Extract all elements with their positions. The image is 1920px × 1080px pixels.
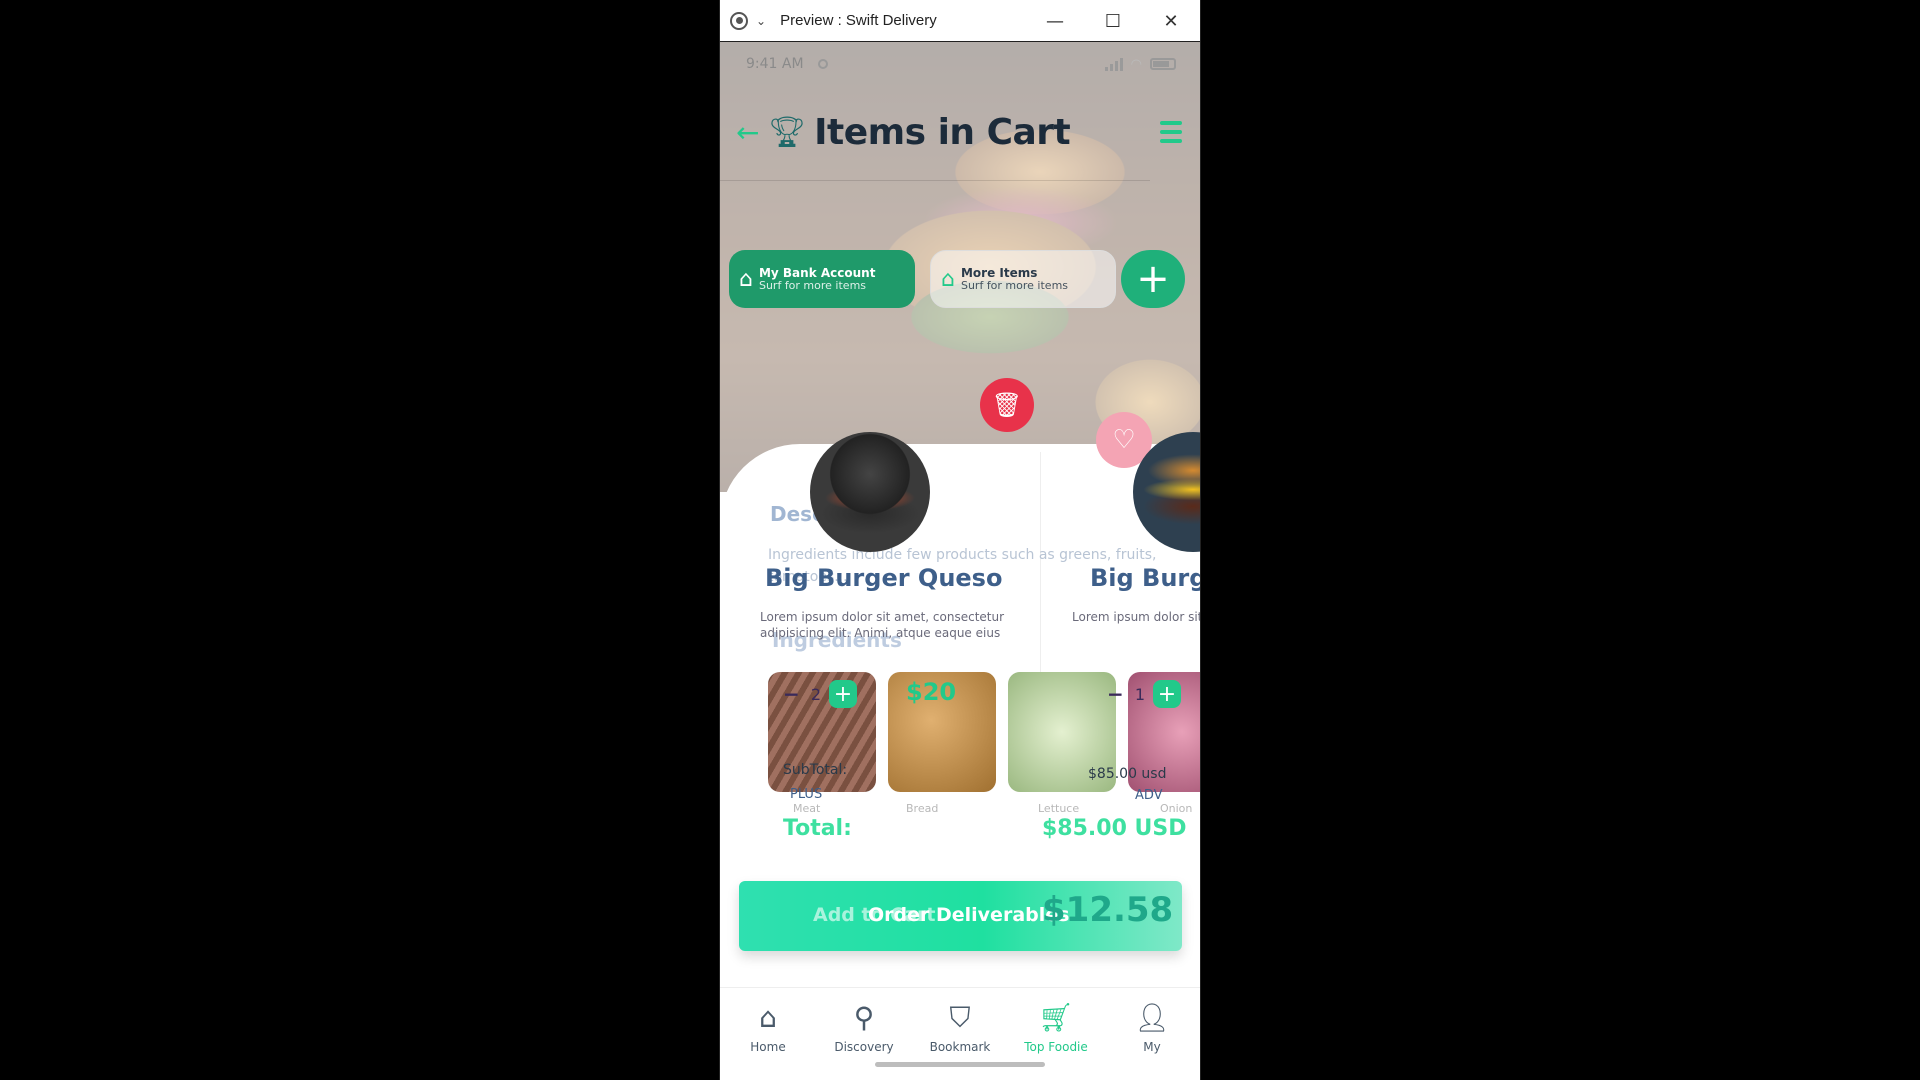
nav-label: Home xyxy=(750,1040,786,1054)
battery-icon xyxy=(1150,58,1176,70)
quantity-value: 1 xyxy=(1134,684,1146,704)
more-items-subtitle: Surf for more items xyxy=(960,278,1069,292)
ingredient-label: Bread xyxy=(906,802,939,815)
more-items-title: More Items xyxy=(960,265,1038,280)
app-screen: 9:41 AM ◠ ← 🏆︎ Items in Cart ⌂ My Bank A… xyxy=(720,42,1200,1080)
record-icon[interactable] xyxy=(730,11,748,30)
user-icon: 👤︎ xyxy=(1134,1001,1170,1034)
quantity-value: 2 xyxy=(810,684,822,704)
subtotal-label: SubTotal: xyxy=(783,762,848,778)
status-time: 9:41 AM xyxy=(746,56,804,72)
nav-label: My xyxy=(1143,1040,1161,1054)
trophy-icon: 🏆︎ xyxy=(768,114,807,150)
list-menu-icon[interactable] xyxy=(1160,121,1182,143)
add-item-button[interactable]: + xyxy=(1121,250,1185,308)
total-label: Total: xyxy=(783,816,852,841)
more-items-button[interactable]: ⌂ More Items Surf for more items xyxy=(930,250,1116,308)
plan-tag: ADV xyxy=(1135,788,1163,803)
nav-label: Top Foodie xyxy=(1024,1040,1088,1054)
ingredient-price: $20 xyxy=(906,678,957,706)
page-title: Items in Cart xyxy=(814,111,1071,153)
bookmark-icon: ⛉ xyxy=(949,1001,971,1034)
bank-account-title: My Bank Account xyxy=(758,265,876,280)
wifi-icon: ◠ xyxy=(1130,56,1142,72)
subtotal-value: $85.00 usd xyxy=(1088,766,1167,782)
nav-item-my[interactable]: 👤︎ My xyxy=(1104,988,1200,1080)
header-divider xyxy=(720,180,1150,181)
chevron-down-icon[interactable]: ⌄ xyxy=(756,14,766,28)
home-icon: ⌂ xyxy=(739,266,753,292)
order-price: $12.58 xyxy=(1042,890,1174,930)
nav-label: Discovery xyxy=(834,1040,894,1054)
product-name: Big Burger Queso xyxy=(765,564,1003,592)
ingredient-label: Lettuce xyxy=(1038,802,1080,815)
preview-window: ⌄ Preview : Swift Delivery — ☐ ✕ 9:41 AM… xyxy=(720,0,1200,1080)
total-value: $85.00 USD xyxy=(1042,816,1187,841)
home-icon: ⌂ xyxy=(941,266,955,292)
bank-account-subtitle: Surf for more items xyxy=(758,278,867,292)
product-name: Big Burger xyxy=(1090,564,1200,592)
minimize-button[interactable]: — xyxy=(1026,0,1084,42)
page-header: ← 🏆︎ Items in Cart xyxy=(736,102,1186,162)
burger-queso-image[interactable] xyxy=(810,432,930,552)
trash-icon[interactable]: 🗑︎ xyxy=(980,378,1034,432)
nav-label: Bookmark xyxy=(929,1040,991,1054)
notification-icon xyxy=(817,59,828,69)
home-icon: ⌂ xyxy=(759,1001,777,1034)
order-label: Order Deliverables xyxy=(868,904,1070,926)
quantity-stepper: − 1 + xyxy=(1107,680,1181,708)
signal-icon xyxy=(1104,57,1123,71)
status-bar: 9:41 AM ◠ xyxy=(746,56,1176,72)
ingredient-label: Meat xyxy=(793,802,821,815)
product-description: Lorem ipsum dolor sit amet, consectetur … xyxy=(760,610,1005,640)
quantity-stepper: − 2 + xyxy=(783,680,857,708)
plan-tag: PLUS xyxy=(790,787,823,802)
bank-account-button[interactable]: ⌂ My Bank Account Surf for more items xyxy=(729,250,915,308)
arrow-left-icon[interactable]: ← xyxy=(736,116,766,149)
decrement-button[interactable]: − xyxy=(1107,682,1127,706)
window-titlebar: ⌄ Preview : Swift Delivery — ☐ ✕ xyxy=(720,0,1200,42)
home-indicator xyxy=(875,1062,1045,1067)
nav-item-home[interactable]: ⌂ Home xyxy=(720,988,816,1080)
window-controls: — ☐ ✕ xyxy=(1026,0,1200,42)
cart-icon: 🛒︎ xyxy=(1038,1001,1074,1034)
ingredient-label: Onion xyxy=(1160,802,1193,815)
maximize-button[interactable]: ☐ xyxy=(1084,0,1142,42)
close-button[interactable]: ✕ xyxy=(1142,0,1200,42)
product-description: Lorem ipsum dolor sit amet, consectetur … xyxy=(1072,610,1200,624)
decrement-button[interactable]: − xyxy=(783,682,803,706)
increment-button[interactable]: + xyxy=(829,680,857,708)
increment-button[interactable]: + xyxy=(1153,680,1181,708)
map-pin-icon: ⚲ xyxy=(853,1001,875,1034)
window-title: Preview : Swift Delivery xyxy=(780,12,937,29)
